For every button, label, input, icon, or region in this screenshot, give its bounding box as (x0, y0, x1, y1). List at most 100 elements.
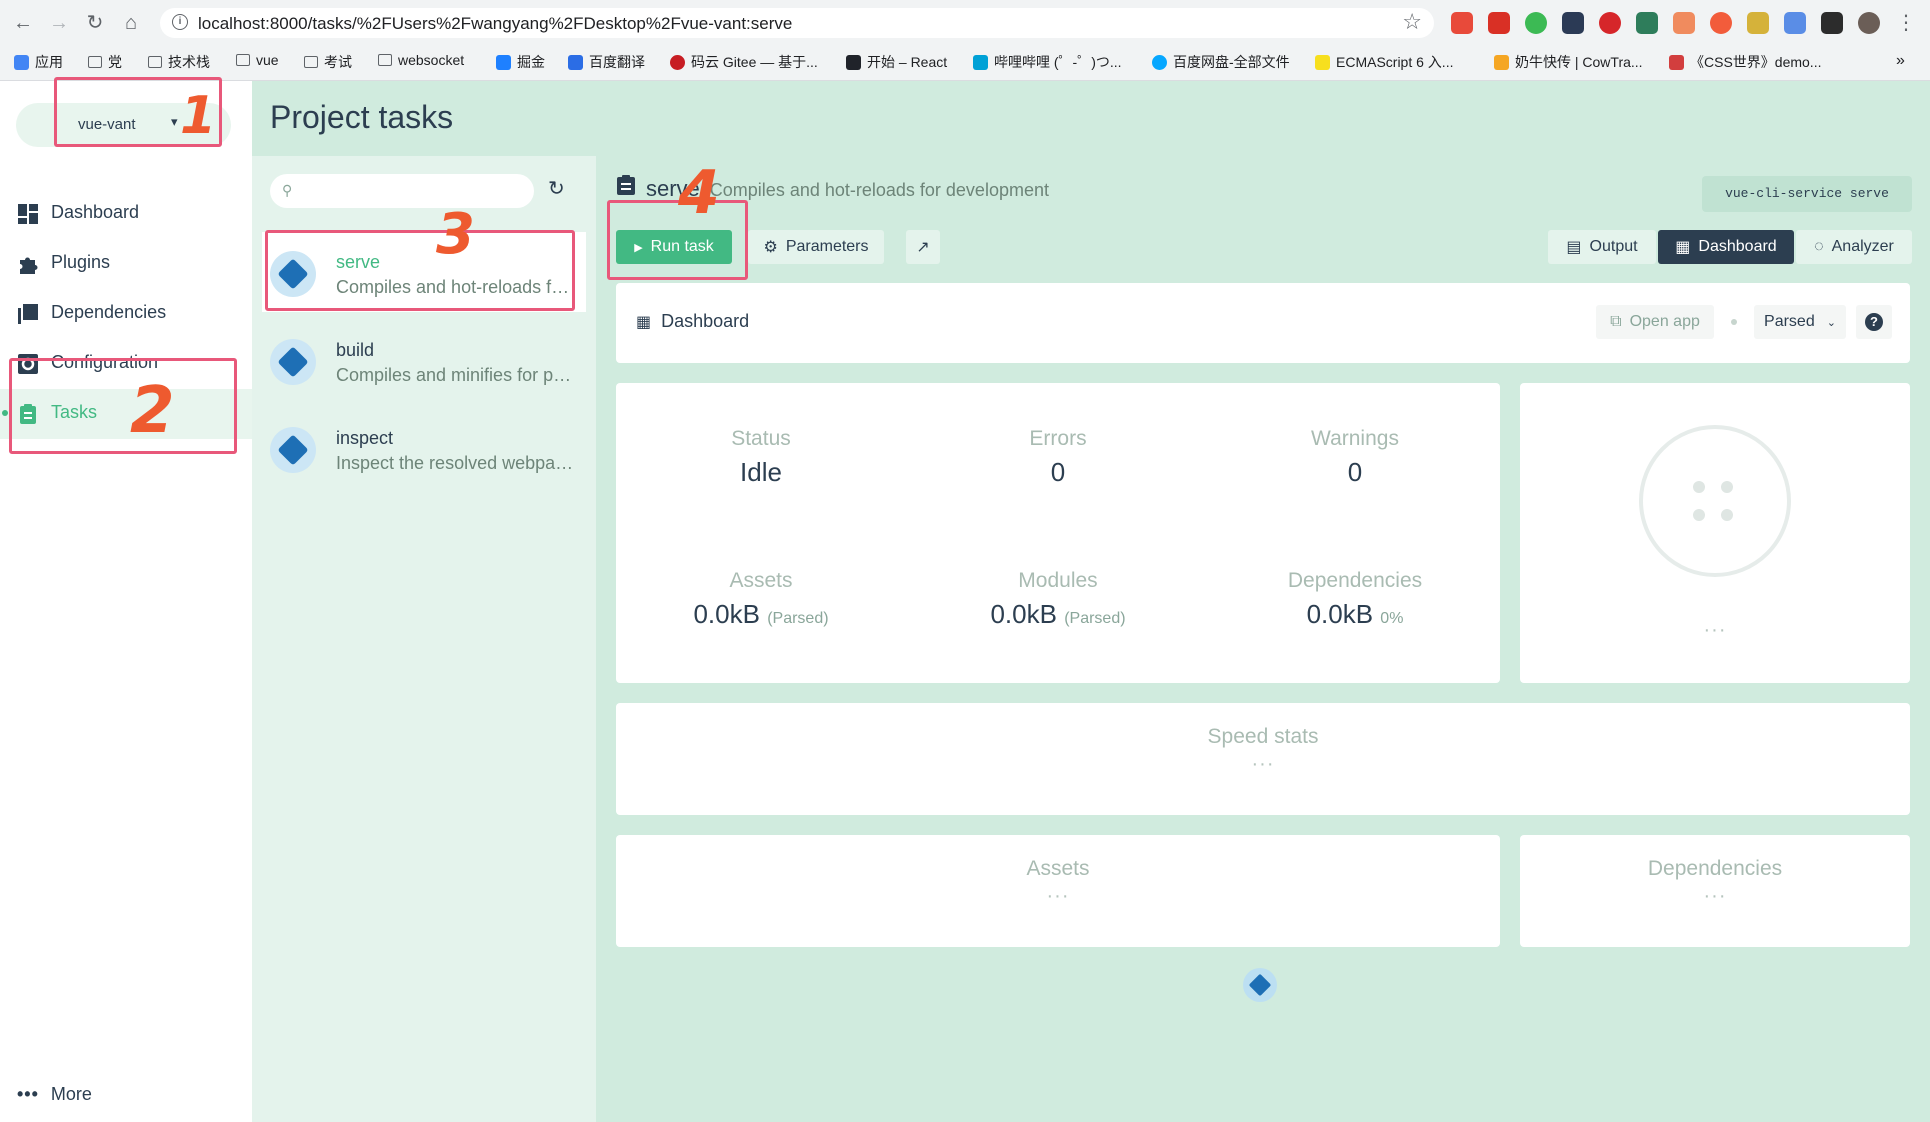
profile-avatar[interactable] (1858, 12, 1880, 34)
task-subtitle: Compiles and hot-reloads for development (709, 180, 1049, 200)
extension-icon[interactable] (1562, 12, 1584, 34)
window-icon: ⧉ (1610, 313, 1622, 330)
stat-value: Idle (740, 457, 782, 487)
puzzle-extensions-icon[interactable] (1821, 12, 1843, 34)
annotation-number: 2 (130, 374, 175, 448)
nav-item-dependencies[interactable]: Dependencies (0, 289, 252, 339)
nav-item-plugins[interactable]: Plugins (0, 239, 252, 289)
more-button[interactable]: ••• More (17, 1084, 92, 1105)
bookmark-folder[interactable]: 党 (88, 52, 122, 72)
puzzle-icon (20, 257, 38, 274)
stat-label: Modules (1018, 569, 1098, 592)
more-bookmarks-button[interactable]: » (1896, 52, 1905, 70)
site-info-icon[interactable]: i (172, 14, 188, 30)
library-icon (18, 304, 38, 324)
separator-dot (1731, 319, 1737, 325)
stat-label: Status (731, 427, 791, 450)
help-button[interactable]: ? (1856, 305, 1892, 339)
open-app-label: Open app (1629, 313, 1700, 330)
loading-ellipsis: ··· (1046, 885, 1070, 907)
inspect-icon (270, 427, 316, 473)
back-icon[interactable]: ← (10, 10, 36, 36)
bookmark-folder[interactable]: websocket (378, 52, 464, 68)
bookmark-link[interactable]: 奶牛快传 | CowTra... (1494, 52, 1643, 72)
task-description: Inspect the resolved webpack config (336, 453, 576, 473)
stat-label: Dependencies (1287, 569, 1423, 592)
bookmark-link[interactable]: 哔哩哔哩 (゜-゜)つ... (973, 52, 1122, 72)
extension-icon[interactable] (1636, 12, 1658, 34)
task-item-build[interactable]: build Compiles and minifies for producti… (262, 320, 586, 400)
task-item-inspect[interactable]: inspect Inspect the resolved webpack con… (262, 408, 586, 488)
size-mode-value: Parsed (1764, 313, 1815, 330)
dashboard-icon: ▦ (1675, 239, 1691, 256)
bookmark-folder[interactable]: 考试 (304, 52, 352, 72)
stat-value: 0 (1050, 457, 1066, 487)
task-detail-panel: serve Compiles and hot-reloads for devel… (596, 156, 1930, 1122)
build-stats-card: Status Idle Errors 0 Warnings 0 Assets 0… (616, 383, 1500, 683)
tab-dashboard[interactable]: ▦ Dashboard (1658, 230, 1794, 264)
annotation-number: 3 (436, 202, 475, 267)
forward-icon[interactable]: → (46, 10, 72, 36)
extension-icon[interactable] (1451, 12, 1473, 34)
stat-assets: Assets 0.0kB (Parsed) (616, 569, 906, 630)
extension-icon[interactable] (1710, 12, 1732, 34)
reload-icon[interactable]: ↻ (82, 10, 108, 36)
tab-analyzer[interactable]: ◌ Analyzer (1796, 230, 1912, 264)
url-text: localhost:8000/tasks/%2FUsers%2Fwangyang… (198, 14, 793, 33)
bookmark-folder[interactable]: vue (236, 52, 279, 68)
page-title: Project tasks (270, 99, 454, 135)
task-description: Compiles and minifies for production (336, 365, 576, 385)
loading-ellipsis: ··· (1703, 619, 1727, 641)
extension-icon[interactable] (1784, 12, 1806, 34)
ellipsis-icon: ••• (17, 1084, 39, 1104)
progress-ring (1639, 425, 1791, 577)
dashboard-icon: ▦ (636, 313, 652, 331)
webpack-icon (270, 339, 316, 385)
stat-warnings: Warnings 0 (1210, 427, 1500, 488)
bookmark-apps[interactable]: 应用 (14, 52, 63, 72)
task-name: build (336, 340, 375, 360)
assets-title: Assets (1026, 857, 1090, 880)
more-label: More (50, 1084, 92, 1104)
home-icon[interactable]: ⌂ (118, 10, 144, 36)
terminal-icon: ▤ (1566, 239, 1582, 256)
bookmark-link[interactable]: 百度网盘-全部文件 (1152, 52, 1290, 72)
tab-output[interactable]: ▤ Output (1548, 230, 1656, 264)
extension-icon[interactable] (1599, 12, 1621, 34)
speed-stats-card: Speed stats ··· (616, 703, 1910, 815)
extension-icon[interactable] (1673, 12, 1695, 34)
refresh-icon[interactable]: ↻ (548, 176, 565, 201)
highlight-box-serve-task (265, 230, 575, 311)
bookmark-folder[interactable]: 技术栈 (148, 52, 210, 72)
nav-label: Dashboard (51, 202, 140, 222)
bookmark-link[interactable]: 码云 Gitee — 基于... (670, 52, 818, 72)
app-sidebar: vue-vant ▾ Dashboard Plugins Dependencie… (0, 81, 252, 1122)
nav-label: Dependencies (51, 302, 167, 322)
size-mode-select[interactable]: Parsed ⌄ (1754, 305, 1846, 339)
parameters-button[interactable]: ⚙ Parameters (748, 230, 884, 264)
tab-label: Output (1589, 238, 1638, 255)
bookmark-star-icon[interactable]: ☆ (1402, 9, 1422, 35)
tab-label: Dashboard (1698, 238, 1777, 255)
stat-status: Status Idle (616, 427, 906, 488)
browser-menu-icon[interactable]: ⋮ (1893, 10, 1919, 36)
open-app-button[interactable]: ⧉ Open app (1596, 305, 1714, 339)
bookmarks-bar: 应用 党 技术栈 vue 考试 websocket 掘金 百度翻译 码云 Git… (0, 48, 1930, 78)
extension-icon[interactable] (1488, 12, 1510, 34)
extension-icon[interactable] (1525, 12, 1547, 34)
task-search-input[interactable]: ⚲ (270, 174, 534, 208)
extension-icon[interactable] (1747, 12, 1769, 34)
stat-label: Errors (1029, 427, 1087, 450)
bookmark-link[interactable]: 掘金 (496, 52, 545, 72)
open-external-button[interactable]: ↗ (906, 230, 940, 264)
nav-item-dashboard[interactable]: Dashboard (0, 189, 252, 239)
bookmark-link[interactable]: 《CSS世界》demo... (1669, 52, 1821, 72)
bookmark-link[interactable]: ECMAScript 6 入... (1315, 52, 1453, 72)
address-bar[interactable]: i localhost:8000/tasks/%2FUsers%2Fwangya… (160, 8, 1434, 38)
stat-dependencies: Dependencies 0.0kB 0% (1210, 569, 1500, 630)
annotation-number: 4 (678, 158, 720, 228)
speed-stats-title: Speed stats (1207, 725, 1319, 748)
bookmark-link[interactable]: 开始 – React (846, 52, 947, 72)
bookmark-link[interactable]: 百度翻译 (568, 52, 645, 72)
stat-value: 0.0kB (Parsed) (693, 599, 829, 629)
